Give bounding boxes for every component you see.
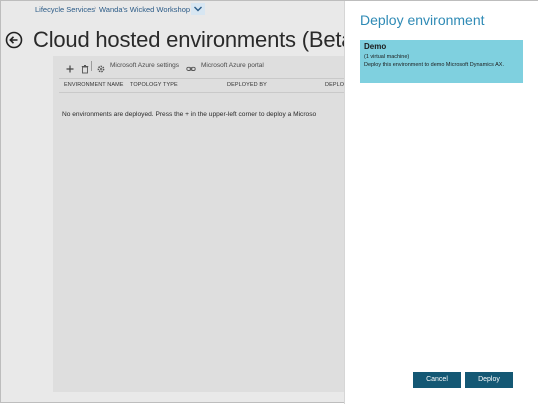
column-environment-name[interactable]: ENVIRONMENT NAME — [64, 82, 124, 88]
toolbar-divider — [91, 61, 92, 71]
azure-portal-button[interactable]: Microsoft Azure portal — [201, 62, 264, 69]
environment-option-demo[interactable]: Demo (1 virtual machine) Deploy this env… — [360, 40, 523, 83]
add-environment-button[interactable] — [65, 61, 75, 73]
link-icon — [186, 61, 196, 71]
page-title: Cloud hosted environments (Beta) — [33, 27, 361, 52]
deploy-environment-flyout: Deploy environment Demo (1 virtual machi… — [344, 1, 538, 404]
lcs-app: Lifecycle Services › Wanda's Wicked Work… — [0, 0, 538, 404]
deploy-button[interactable]: Deploy — [465, 372, 513, 388]
environment-option-description: Deploy this environment to demo Microsof… — [364, 62, 505, 68]
delete-environment-button[interactable] — [80, 61, 90, 74]
table-header-line — [59, 92, 345, 93]
plus-icon — [66, 65, 74, 73]
breadcrumb-separator: › — [94, 5, 97, 12]
azure-settings-button[interactable]: Microsoft Azure settings — [110, 62, 179, 69]
column-deployed-by[interactable]: DEPLOYED BY — [227, 82, 267, 88]
environment-option-subtitle: (1 virtual machine) — [364, 54, 410, 60]
environments-panel: Microsoft Azure settings Microsoft Azure… — [53, 56, 348, 392]
breadcrumb-project[interactable]: Wanda's Wicked Workshop — [99, 5, 190, 14]
environments-toolbar: Microsoft Azure settings Microsoft Azure… — [53, 56, 345, 78]
cancel-button[interactable]: Cancel — [413, 372, 461, 388]
column-topology-type[interactable]: TOPOLOGY TYPE — [130, 82, 178, 88]
project-dropdown[interactable] — [191, 3, 205, 15]
chevron-down-icon — [191, 3, 205, 15]
breadcrumb-lifecycle-services[interactable]: Lifecycle Services — [35, 5, 95, 14]
empty-state-message: No environments are deployed. Press the … — [62, 111, 317, 118]
environment-option-name: Demo — [364, 42, 387, 51]
gear-icon — [96, 61, 106, 73]
toolbar-divider-line — [59, 78, 345, 79]
flyout-title: Deploy environment — [360, 12, 485, 28]
back-arrow-icon — [5, 31, 23, 49]
back-button[interactable] — [5, 31, 23, 49]
trash-icon — [81, 65, 89, 74]
